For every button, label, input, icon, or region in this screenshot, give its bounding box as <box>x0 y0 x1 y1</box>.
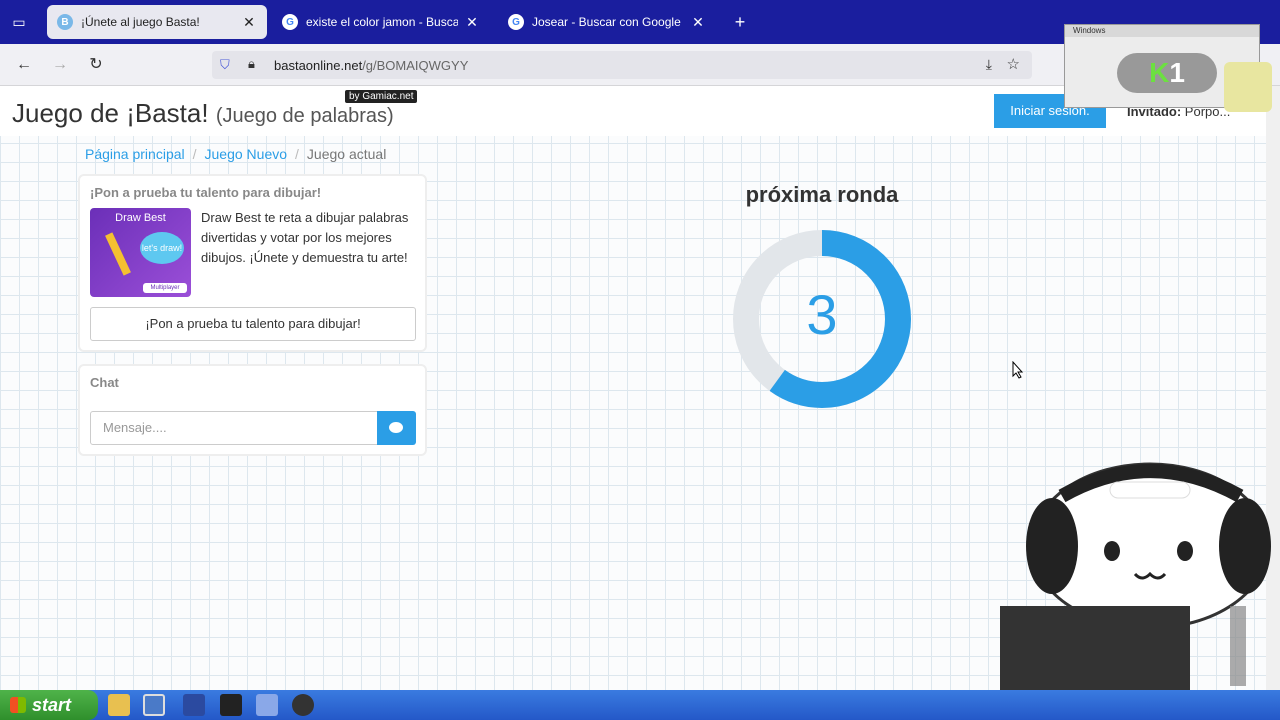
tab-basta[interactable]: B ¡Únete al juego Basta! ✕ <box>47 5 267 39</box>
breadcrumb-home[interactable]: Página principal <box>85 146 185 162</box>
chat-bubble-icon <box>389 422 403 433</box>
google-icon: G <box>508 14 524 30</box>
by-gamiac-tag[interactable]: by Gamiac.net <box>345 90 418 103</box>
app-icon[interactable] <box>143 694 165 716</box>
tab-google-jamon[interactable]: G existe el color jamon - Buscar con Goo… <box>272 5 490 39</box>
logo-k: K <box>1149 57 1170 88</box>
chat-send-button[interactable] <box>377 411 416 445</box>
tab-list-icon[interactable]: ▭ <box>8 12 30 32</box>
tab-google-josear[interactable]: G Josear - Buscar con Google ✕ <box>498 5 716 39</box>
back-icon[interactable]: ← <box>12 54 36 76</box>
bookmark-star-icon[interactable]: ☆ <box>1007 55 1020 73</box>
multiplayer-badge: Multiplayer <box>143 283 187 293</box>
archive-icon[interactable] <box>256 694 278 716</box>
subtitle-text: (Juego de palabras) <box>215 105 394 127</box>
basta-icon: B <box>57 14 73 30</box>
cat-sticker-icon <box>1000 462 1271 690</box>
countdown-number: 3 <box>806 283 838 346</box>
tab-title: existe el color jamon - Buscar con Googl… <box>306 15 458 29</box>
speech-bubble: let's draw! <box>140 232 184 264</box>
url-bar[interactable]: ⛉ 🔒︎ bastaonline.net/g/BOMAIQWGYY ⤓ ☆ <box>212 51 1032 79</box>
chat-message-input[interactable]: Mensaje.... <box>90 411 378 445</box>
draw-best-image[interactable]: Draw Best let's draw! Multiplayer <box>90 208 191 297</box>
taskbar: start <box>0 690 1280 720</box>
next-round-title: próxima ronda <box>745 182 899 207</box>
breadcrumb-current: Juego actual <box>306 146 387 162</box>
new-tab-button[interactable]: + <box>730 10 750 34</box>
promo-card: ¡Pon a prueba tu talento para dibujar! D… <box>78 174 427 352</box>
clippy-icon <box>1224 62 1272 112</box>
terminal-icon[interactable] <box>220 694 242 716</box>
windows-flag-icon <box>10 697 26 713</box>
forward-icon[interactable]: → <box>48 54 72 76</box>
close-icon[interactable]: ✕ <box>690 14 706 31</box>
chat-card: Chat Mensaje.... <box>78 364 427 456</box>
promo-button[interactable]: ¡Pon a prueba tu talento para dibujar! <box>90 307 416 341</box>
shield-icon[interactable]: ⛉ <box>220 57 234 73</box>
k1-logo-icon: K1 <box>1117 53 1217 93</box>
close-icon[interactable]: ✕ <box>241 14 257 31</box>
start-label: start <box>32 695 72 715</box>
chat-title: Chat <box>90 375 119 390</box>
breadcrumb-separator: / <box>192 146 197 162</box>
google-icon: G <box>282 14 298 30</box>
breadcrumb-new-game[interactable]: Juego Nuevo <box>205 146 288 162</box>
page-title: Juego de ¡Basta! (Juego de palabras) <box>12 98 394 129</box>
powershell-icon[interactable] <box>183 694 205 716</box>
url-host: bastaonline.net <box>274 58 363 73</box>
folder-icon[interactable] <box>108 694 130 716</box>
overlay-titlebar: Windows <box>1065 25 1259 37</box>
url-path: /g/BOMAIQWGYY <box>362 58 469 73</box>
lock-icon[interactable]: 🔒︎ <box>248 56 255 72</box>
title-text: Juego de ¡Basta! <box>12 98 209 128</box>
obs-icon[interactable] <box>292 694 314 716</box>
breadcrumb: Página principal / Juego Nuevo / Juego actua… <box>85 146 386 162</box>
logo-num: 1 <box>1169 57 1185 88</box>
draw-best-name: Draw Best <box>115 212 166 224</box>
pencil-icon <box>105 232 131 276</box>
download-icon[interactable]: ⤓ <box>986 56 992 73</box>
reload-icon[interactable]: ↻ <box>84 54 108 76</box>
close-icon[interactable]: ✕ <box>464 14 480 31</box>
tab-title: Josear - Buscar con Google <box>532 15 681 29</box>
mouse-cursor-icon <box>1012 361 1024 379</box>
promo-description: Draw Best te reta a dibujar palabras div… <box>201 210 409 265</box>
breadcrumb-separator: / <box>295 146 299 162</box>
start-button[interactable]: start <box>0 690 98 720</box>
promo-title: ¡Pon a prueba tu talento para dibujar! <box>90 185 322 200</box>
tab-title: ¡Únete al juego Basta! <box>81 15 200 29</box>
url-text[interactable]: bastaonline.net/g/BOMAIQWGYY <box>274 58 468 73</box>
